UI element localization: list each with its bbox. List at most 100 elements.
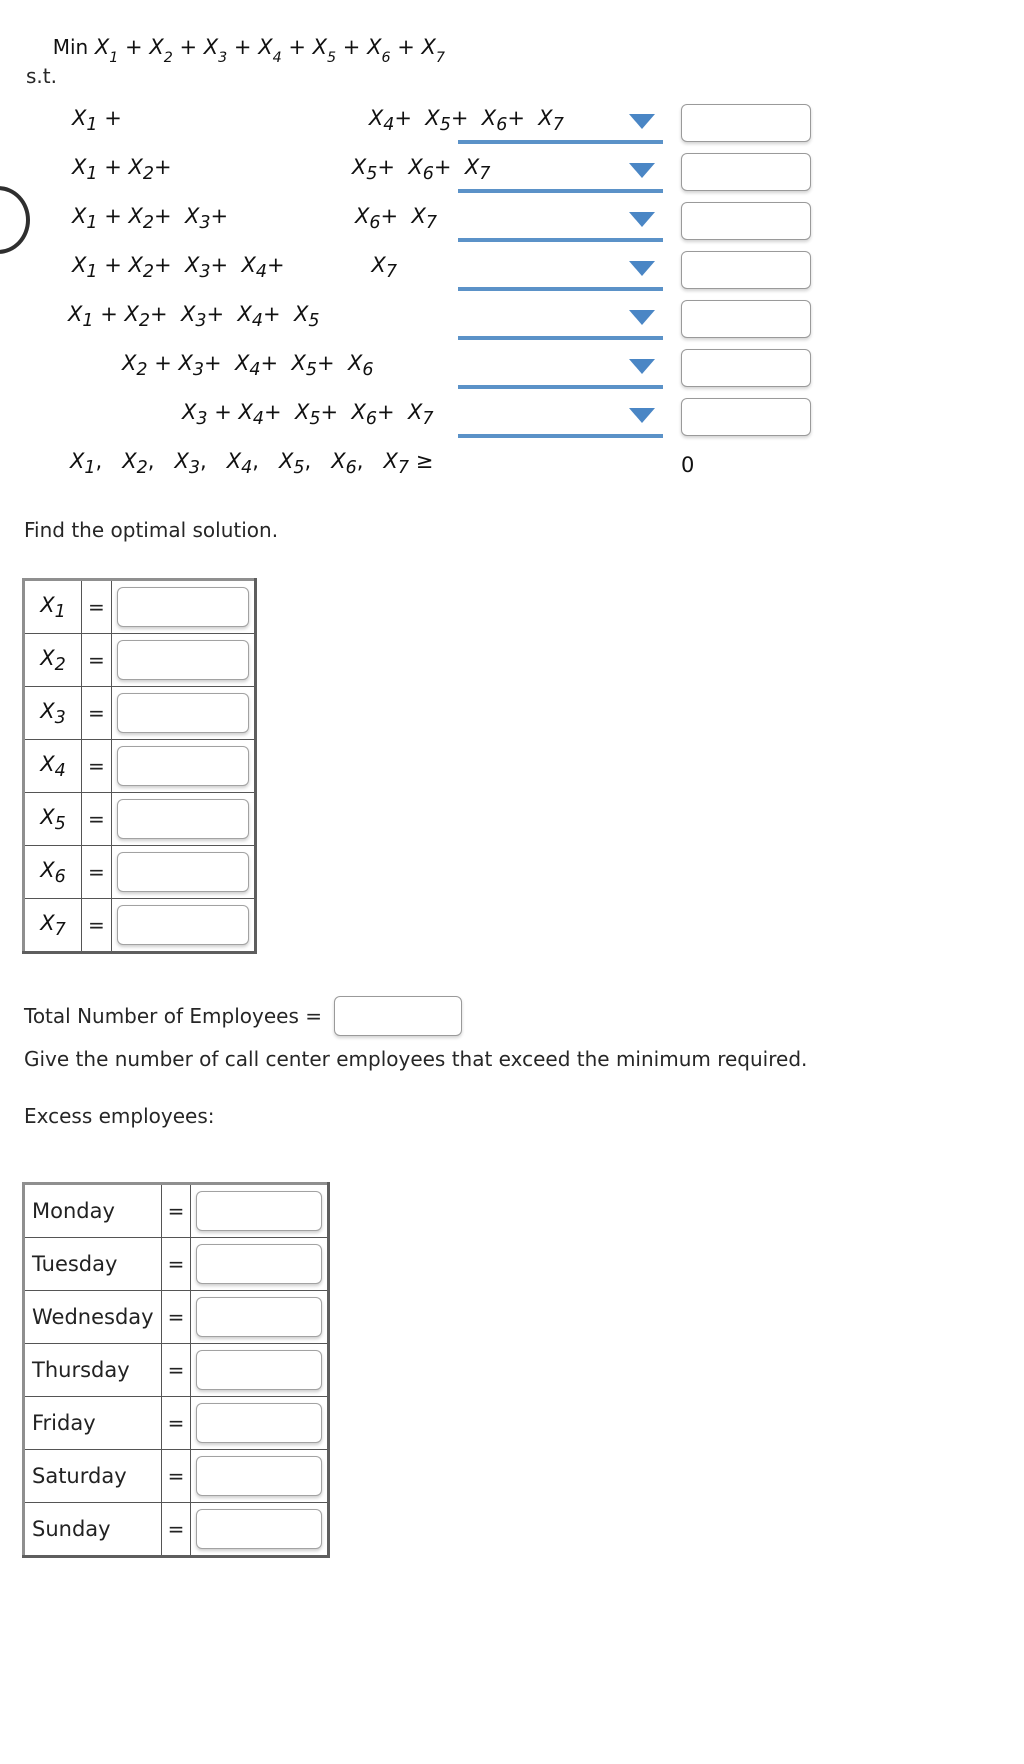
excess-input-cell — [190, 1183, 330, 1238]
equals-sign: = — [160, 1449, 192, 1503]
solution-value-input-x7[interactable] — [116, 905, 249, 945]
constraint-operator-select-7[interactable] — [458, 398, 663, 438]
equals-sign: = — [81, 579, 112, 634]
question-page: Min X1 + X2 + X3 + X4 + X5 + X6 + X7 s.t… — [0, 0, 1024, 1764]
table-row: X5 = — [23, 792, 256, 846]
solution-table: X1 = X2 = X3 = X4 = X5 = X6 = X7 = — [22, 578, 257, 954]
find-optimal-solution-text: Find the optimal solution. — [24, 518, 279, 542]
constraint-expression-2: X1 + X2+ X5+ X6+ X7 — [72, 155, 491, 185]
solution-input-cell — [110, 792, 256, 846]
solution-input-cell — [110, 579, 256, 634]
constraint-operator-select-1[interactable] — [458, 104, 663, 144]
excess-value-input-saturday[interactable] — [196, 1456, 323, 1496]
equals-sign: = — [81, 792, 112, 846]
day-label: Friday — [23, 1396, 162, 1450]
constraint-expression-3: X1 + X2+ X3+ X6+ X7 — [72, 204, 437, 234]
solution-value-input-x6[interactable] — [116, 852, 249, 892]
equals-sign: = — [81, 633, 112, 687]
chevron-down-icon — [629, 212, 655, 227]
table-row: X6 = — [23, 845, 256, 899]
chevron-down-icon — [629, 408, 655, 423]
chevron-down-icon — [629, 261, 655, 276]
total-employees-label: Total Number of Employees = — [24, 1004, 322, 1028]
excess-value-input-friday[interactable] — [196, 1403, 323, 1443]
excess-instruction-text: Give the number of call center employees… — [24, 1047, 808, 1071]
constraint-expression-4: X1 + X2+ X3+ X4+ X7 — [72, 253, 397, 283]
table-row: Sunday = — [23, 1502, 330, 1557]
constraint-row: X1 + X2+ X3+ X4+ X5 — [0, 300, 1024, 342]
equals-sign: = — [160, 1183, 192, 1238]
solution-value-input-x5[interactable] — [116, 799, 249, 839]
select-underline — [458, 238, 663, 242]
excess-employees-label: Excess employees: — [24, 1104, 215, 1128]
solution-input-cell — [110, 898, 256, 953]
constraint-operator-select-5[interactable] — [458, 300, 663, 340]
day-label: Sunday — [23, 1502, 162, 1557]
equals-sign: = — [160, 1502, 192, 1557]
objective-expression: X1 + X2 + X3 + X4 + X5 + X6 + X7 — [94, 35, 445, 67]
solution-input-cell — [110, 739, 256, 793]
solution-variable-label: X5 — [23, 792, 82, 846]
select-underline — [458, 385, 663, 389]
constraint-operator-select-4[interactable] — [458, 251, 663, 291]
constraint-operator-select-6[interactable] — [458, 349, 663, 389]
constraint-rhs-input-5[interactable] — [681, 300, 811, 338]
constraint-row: X1 + X2+ X3+ X6+ X7 — [0, 202, 1024, 244]
solution-variable-label: X4 — [23, 739, 82, 793]
chevron-down-icon — [629, 163, 655, 178]
total-employees-row: Total Number of Employees = — [24, 996, 462, 1036]
excess-input-cell — [190, 1237, 330, 1291]
excess-value-input-tuesday[interactable] — [196, 1244, 323, 1284]
solution-input-cell — [110, 633, 256, 687]
objective-function: Min X1 + X2 + X3 + X4 + X5 + X6 + X7 — [26, 16, 445, 83]
excess-value-input-monday[interactable] — [196, 1191, 323, 1231]
excess-employees-table: Monday = Tuesday = Wednesday = Thursday … — [22, 1182, 331, 1558]
excess-value-input-sunday[interactable] — [196, 1509, 323, 1549]
solution-variable-label: X3 — [23, 686, 82, 740]
constraint-operator-select-2[interactable] — [458, 153, 663, 193]
constraint-rhs-input-6[interactable] — [681, 349, 811, 387]
total-employees-input[interactable] — [334, 996, 462, 1036]
select-underline — [458, 189, 663, 193]
constraint-expression-7: X3 + X4+ X5+ X6+ X7 — [182, 400, 434, 430]
table-row: X3 = — [23, 686, 256, 740]
day-label: Saturday — [23, 1449, 162, 1503]
constraint-rhs-input-4[interactable] — [681, 251, 811, 289]
constraint-expression-6: X2 + X3+ X4+ X5+ X6 — [122, 351, 374, 381]
constraint-row: X2 + X3+ X4+ X5+ X6 — [0, 349, 1024, 391]
solution-variable-label: X2 — [23, 633, 82, 687]
solution-value-input-x2[interactable] — [116, 640, 249, 680]
equals-sign: = — [81, 686, 112, 740]
equals-sign: = — [81, 845, 112, 899]
day-label: Wednesday — [23, 1290, 162, 1344]
solution-variable-label: X1 — [23, 579, 82, 634]
excess-input-cell — [190, 1449, 330, 1503]
excess-value-input-wednesday[interactable] — [196, 1297, 323, 1337]
excess-value-input-thursday[interactable] — [196, 1350, 323, 1390]
constraint-row: X1 + X2+ X5+ X6+ X7 — [0, 153, 1024, 195]
constraint-rhs-input-7[interactable] — [681, 398, 811, 436]
day-label: Tuesday — [23, 1237, 162, 1291]
solution-value-input-x4[interactable] — [116, 746, 249, 786]
solution-value-input-x3[interactable] — [116, 693, 249, 733]
constraint-rhs-input-1[interactable] — [681, 104, 811, 142]
table-row: Tuesday = — [23, 1237, 330, 1291]
equals-sign: = — [160, 1237, 192, 1291]
solution-value-input-x1[interactable] — [116, 587, 249, 627]
select-underline — [458, 434, 663, 438]
excess-input-cell — [190, 1396, 330, 1450]
solution-input-cell — [110, 686, 256, 740]
table-row: Friday = — [23, 1396, 330, 1450]
day-label: Thursday — [23, 1343, 162, 1397]
chevron-down-icon — [629, 359, 655, 374]
constraint-expression-5: X1 + X2+ X3+ X4+ X5 — [68, 302, 320, 332]
objective-label: Min — [52, 35, 89, 59]
constraint-operator-select-3[interactable] — [458, 202, 663, 242]
constraint-rhs-input-2[interactable] — [681, 153, 811, 191]
constraint-row: X1 + X4+ X5+ X6+ X7 — [0, 104, 1024, 146]
chevron-down-icon — [629, 310, 655, 325]
excess-input-cell — [190, 1502, 330, 1557]
nonnegativity-expression: X1, X2, X3, X4, X5, X6, X7 ≥ — [70, 449, 434, 479]
constraint-rhs-input-3[interactable] — [681, 202, 811, 240]
equals-sign: = — [81, 739, 112, 793]
